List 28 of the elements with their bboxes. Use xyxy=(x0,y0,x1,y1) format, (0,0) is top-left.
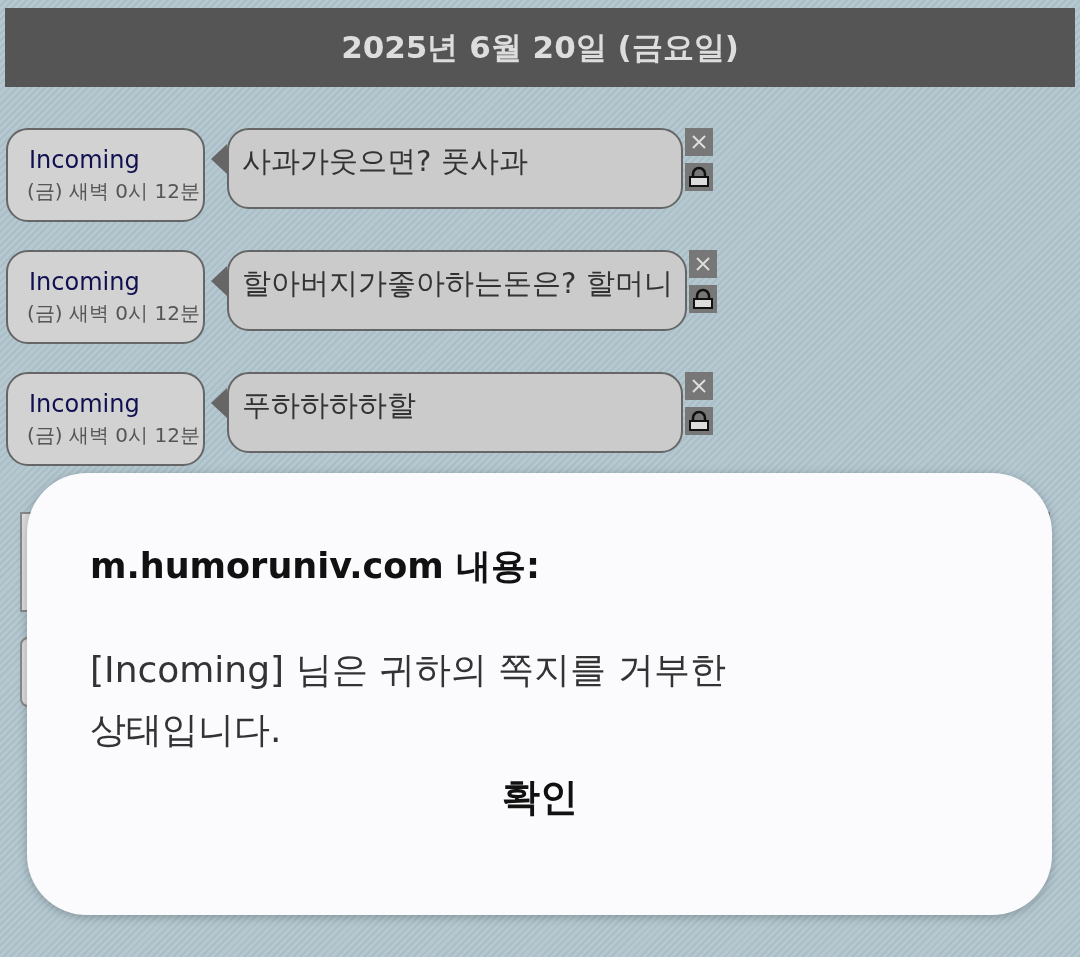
message-bubble: 사과가웃으면? 풋사과 xyxy=(227,128,683,209)
lock-button[interactable] xyxy=(685,163,713,191)
message-time: (금) 새벽 0시 12분 xyxy=(27,422,201,449)
message-bubble: 푸하하하하할 xyxy=(227,372,683,453)
lock-icon xyxy=(691,288,714,310)
ok-button[interactable]: 확인 xyxy=(481,768,598,827)
bubble-pointer xyxy=(211,266,227,296)
date-header: 2025년 6월 20일 (금요일) xyxy=(5,8,1075,87)
close-icon xyxy=(691,378,707,394)
close-button[interactable] xyxy=(685,128,713,156)
close-button[interactable] xyxy=(685,372,713,400)
lock-button[interactable] xyxy=(685,407,713,435)
bubble-pointer xyxy=(211,388,227,418)
message-time: (금) 새벽 0시 12분 xyxy=(27,178,201,205)
sender-name: Incoming xyxy=(29,145,141,176)
message-bubble: 할아버지가좋아하는돈은? 할머니 xyxy=(227,250,687,331)
bubble-pointer xyxy=(211,144,227,174)
dialog-title: m.humoruniv.com 내용: xyxy=(90,545,540,588)
sender-name: Incoming xyxy=(29,389,141,420)
dialog-message: [Incoming] 님은 귀하의 쪽지를 거부한 상태입니다. xyxy=(90,648,726,752)
lock-icon xyxy=(688,166,710,188)
message-time: (금) 새벽 0시 12분 xyxy=(27,300,201,327)
close-button[interactable] xyxy=(688,250,717,278)
lock-icon xyxy=(688,410,710,432)
close-icon xyxy=(691,134,707,150)
close-icon xyxy=(694,256,711,272)
lock-button[interactable] xyxy=(688,285,717,313)
sender-name: Incoming xyxy=(29,267,141,298)
